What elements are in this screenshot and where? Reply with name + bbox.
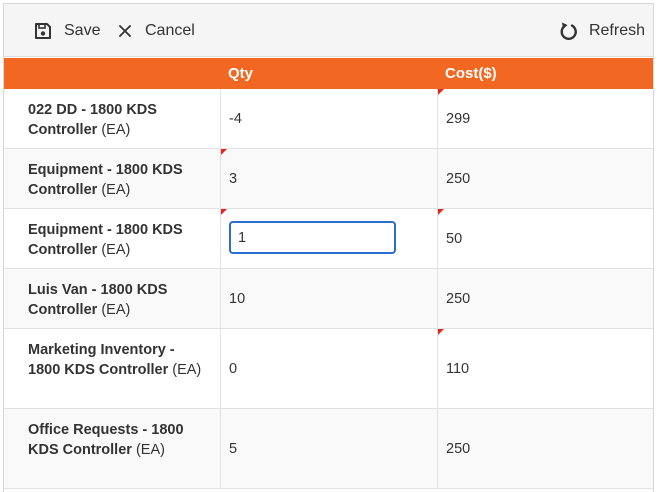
product-name: Marketing Inventory - 1800 KDS Controlle… — [28, 342, 175, 378]
cost-value: 250 — [446, 170, 471, 187]
cost-cell[interactable]: 50 — [437, 209, 653, 268]
qty-cell[interactable]: 10 — [220, 269, 437, 328]
table-header: Qty Cost($) — [4, 58, 653, 89]
product-unit: (EA) — [135, 442, 165, 458]
cost-value: 250 — [446, 290, 471, 307]
cost-cell[interactable]: 250 — [437, 149, 653, 208]
table-row: Equipment - 1800 KDS Controller (EA) 3 250 — [4, 149, 653, 209]
product-name-cell: 022 DD - 1800 KDS Controller (EA) — [4, 89, 220, 148]
qty-cell[interactable]: 3 — [220, 149, 437, 208]
dirty-flag-icon — [438, 209, 444, 215]
product-unit: (EA) — [101, 242, 131, 258]
product-name: 022 DD - 1800 KDS Controller — [28, 102, 157, 138]
product-unit: (EA) — [101, 302, 131, 318]
product-name-cell: Marketing Inventory - 1800 KDS Controlle… — [4, 329, 220, 408]
dirty-flag-icon — [221, 209, 227, 215]
refresh-label: Refresh — [588, 21, 645, 39]
product-unit: (EA) — [101, 122, 131, 138]
table-body: 022 DD - 1800 KDS Controller (EA) -4 299 Eq… — [4, 89, 653, 489]
qty-value: 0 — [229, 360, 238, 377]
refresh-icon — [560, 22, 577, 40]
cost-value: 110 — [446, 360, 470, 377]
cost-value: 50 — [446, 230, 463, 247]
cancel-button[interactable]: Cancel — [117, 4, 195, 57]
qty-value: 10 — [229, 290, 246, 307]
column-header-qty[interactable]: Qty — [228, 58, 253, 89]
cost-value: 250 — [446, 440, 471, 457]
close-icon — [119, 24, 131, 37]
product-unit: (EA) — [101, 182, 131, 198]
product-name: Luis Van - 1800 KDS Controller — [28, 282, 168, 318]
dirty-flag-icon — [438, 89, 444, 95]
qty-value: 5 — [229, 440, 238, 457]
product-name-cell: Office Requests - 1800 KDS Controller (E… — [4, 409, 220, 488]
cost-value: 299 — [446, 110, 471, 127]
product-unit: (EA) — [172, 362, 202, 378]
table-row: Equipment - 1800 KDS Controller (EA) 50 — [4, 209, 653, 269]
table-row: Luis Van - 1800 KDS Controller (EA) 10 250 — [4, 269, 653, 329]
inventory-grid: Save Cancel Refresh Qty Cost($) 022 DD -… — [3, 3, 654, 492]
save-button[interactable]: Save — [34, 4, 100, 57]
qty-cell[interactable]: 5 — [220, 409, 437, 488]
save-icon — [35, 22, 51, 39]
qty-cell[interactable]: -4 — [220, 89, 437, 148]
table-row: 022 DD - 1800 KDS Controller (EA) -4 299 — [4, 89, 653, 149]
dirty-flag-icon — [221, 149, 227, 155]
cost-cell[interactable]: 250 — [437, 409, 653, 488]
cost-cell[interactable]: 250 — [437, 269, 653, 328]
product-name-cell: Equipment - 1800 KDS Controller (EA) — [4, 209, 220, 268]
qty-value: 3 — [229, 170, 238, 187]
qty-value: -4 — [229, 110, 242, 127]
dirty-flag-icon — [438, 329, 444, 335]
toolbar: Save Cancel Refresh — [4, 4, 653, 57]
table-row: Office Requests - 1800 KDS Controller (E… — [4, 409, 653, 489]
qty-input[interactable] — [229, 221, 396, 254]
save-label: Save — [64, 21, 101, 39]
refresh-button[interactable]: Refresh — [558, 4, 645, 57]
column-header-cost[interactable]: Cost($) — [445, 58, 497, 89]
qty-cell[interactable]: 0 — [220, 329, 437, 408]
cancel-label: Cancel — [145, 21, 195, 39]
qty-cell[interactable] — [220, 209, 437, 268]
table-row: Marketing Inventory - 1800 KDS Controlle… — [4, 329, 653, 409]
cost-cell[interactable]: 299 — [437, 89, 653, 148]
cost-cell[interactable]: 110 — [437, 329, 653, 408]
product-name-cell: Luis Van - 1800 KDS Controller (EA) — [4, 269, 220, 328]
product-name-cell: Equipment - 1800 KDS Controller (EA) — [4, 149, 220, 208]
